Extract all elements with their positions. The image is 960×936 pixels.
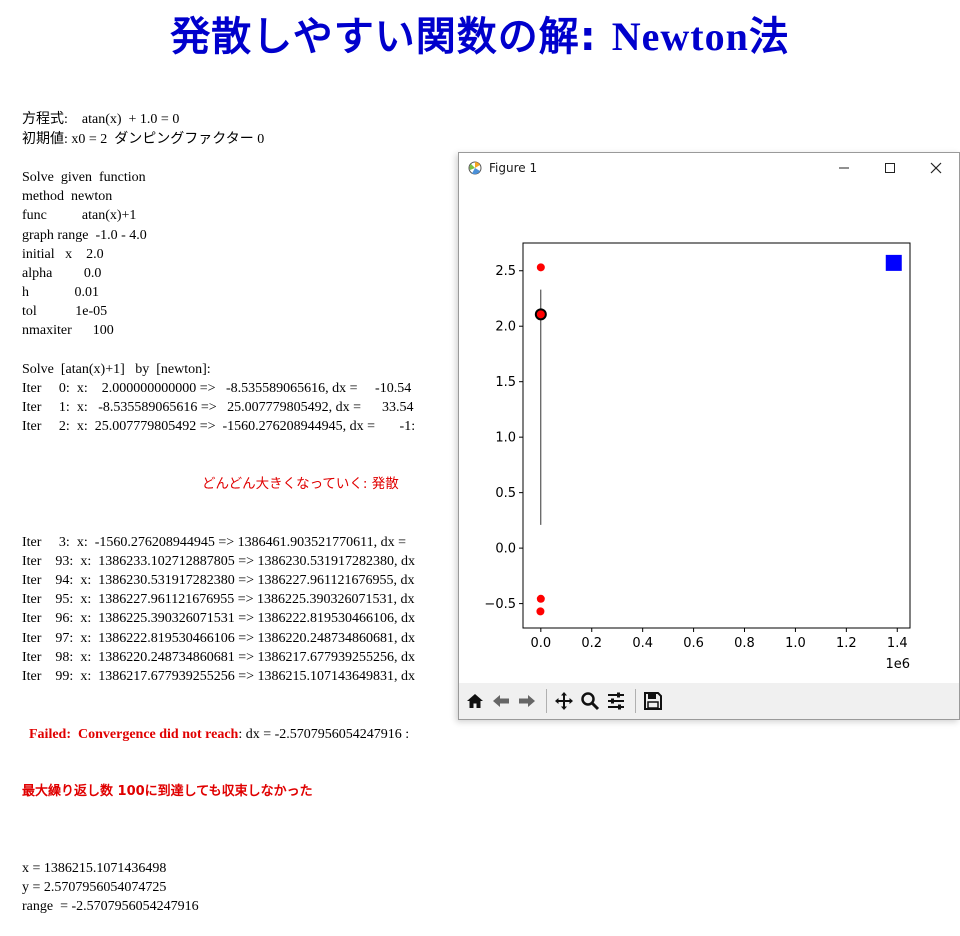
back-button[interactable] (489, 689, 513, 713)
console-line: initial x 2.0 (22, 246, 104, 262)
iteration-point (536, 594, 545, 603)
fail-rest: : dx = -2.5707956054247916 : (238, 726, 410, 742)
fail-label: Failed: Convergence did not reach (22, 726, 239, 742)
console-line: method newton (22, 189, 113, 205)
x-tick-label: 0.4 (632, 636, 653, 651)
iteration-line: Iter 94: x: 1386230.531917282380 => 1386… (22, 572, 415, 588)
x-tick-label: 0.6 (683, 636, 704, 651)
console-line: Iter 2: x: 25.007779805492 => -1560.2762… (22, 419, 416, 435)
maximize-button[interactable] (867, 153, 913, 183)
console-line: 方程式: atan(x) + 1.0 = 0 (22, 112, 180, 128)
console-line: tol 1e-05 (22, 304, 108, 320)
console-line: h 0.01 (22, 285, 99, 301)
y-tick-label: 1.0 (495, 431, 516, 446)
console-line: nmaxiter 100 (22, 323, 114, 339)
iteration-line: Iter 93: x: 1386233.102712887805 => 1386… (22, 553, 415, 569)
pan-button[interactable] (552, 689, 576, 713)
iteration-line: Iter 95: x: 1386227.961121676955 => 1386… (22, 592, 415, 608)
zoom-button[interactable] (578, 689, 602, 713)
slide-title-latin: Newton法 (611, 14, 790, 59)
iteration-line: Iter 99: x: 1386217.677939255256 => 1386… (22, 668, 415, 684)
configure-subplots-button[interactable] (604, 689, 628, 713)
figure-titlebar[interactable]: Figure 1 (459, 153, 959, 183)
figure-window: Figure 1 0.0 0.2 0.4 0.6 0.8 1.0 1.2 1.4 −0.5 0.0… (458, 152, 960, 720)
start-point (534, 308, 547, 321)
y-tick-label: 1.5 (495, 375, 516, 390)
home-icon (467, 694, 483, 708)
x-tick-label: 1.0 (785, 636, 806, 651)
result-line: x = 1386215.1071436498 (22, 860, 167, 876)
console-line: 初期値: x0 = 2 ダンピングファクター 0 (22, 131, 265, 147)
final-point (885, 254, 902, 271)
slide-title-jp: 発散しやすい関数の解: (170, 14, 612, 60)
y-tick-label: 2.0 (495, 320, 516, 335)
pan-icon (555, 692, 573, 710)
back-icon (493, 695, 509, 707)
iteration-line: Iter 97: x: 1386222.819530466106 => 1386… (22, 630, 415, 646)
fail-line: Failed: Convergence did not reach: dx = … (22, 725, 472, 744)
result-line (22, 840, 472, 859)
figure-title: Figure 1 (489, 161, 538, 175)
console-line: Solve given function (22, 169, 146, 185)
console-line: func atan(x)+1 (22, 208, 137, 224)
console-line: Solve [atan(x)+1] by [newton]: (22, 361, 211, 377)
zoom-icon (581, 692, 600, 711)
iteration-line: Iter 3: x: -1560.276208944945 => 1386461… (22, 534, 410, 550)
maximize-icon (885, 163, 895, 173)
close-icon (930, 162, 942, 174)
configure-subplots-icon (608, 692, 624, 710)
forward-button[interactable] (515, 689, 539, 713)
toolbar-separator (635, 689, 636, 713)
minimize-button[interactable] (821, 153, 867, 183)
x-offset-label: 1e6 (885, 657, 910, 672)
console-line: Iter 0: x: 2.000000000000 => -8.53558906… (22, 381, 412, 397)
slide-title: 発散しやすい関数の解: Newton法 (0, 4, 960, 62)
y-tick-label: 0.5 (495, 486, 516, 501)
matplotlib-app-icon (468, 161, 482, 175)
home-button[interactable] (463, 689, 487, 713)
iteration-line: Iter 98: x: 1386220.248734860681 => 1386… (22, 649, 415, 665)
y-tick-label: 0.0 (495, 542, 516, 557)
plot-canvas[interactable]: 0.0 0.2 0.4 0.6 0.8 1.0 1.2 1.4 −0.5 0.0 0.5 1.0 1.5… (459, 183, 959, 683)
figure-toolbar (459, 683, 959, 719)
diverge-note: どんどん大きくなっていく: 発散 (202, 476, 399, 492)
save-icon (644, 692, 662, 710)
x-tick-label: 1.4 (887, 636, 908, 651)
iteration-point (536, 263, 545, 272)
x-tick-label: 1.2 (836, 636, 857, 651)
toolbar-separator (546, 689, 547, 713)
console-output: 方程式: atan(x) + 1.0 = 0 初期値: x0 = 2 ダンピングフ… (22, 72, 472, 936)
y-tick-label: −0.5 (484, 597, 516, 612)
x-tick-label: 0.2 (581, 636, 602, 651)
fail-jp-note: 最大繰り返し数 100に到達しても収束しなかった (22, 784, 313, 800)
x-tick-label: 0.8 (734, 636, 755, 651)
console-line: graph range -1.0 - 4.0 (22, 227, 147, 243)
result-line: range = -2.5707956054247916 (22, 899, 199, 915)
figure-background (459, 183, 959, 683)
console-line: alpha 0.0 (22, 265, 102, 281)
y-tick-label: 2.5 (495, 264, 516, 279)
x-tick-label: 0.0 (530, 636, 551, 651)
save-button[interactable] (641, 689, 665, 713)
forward-icon (519, 695, 535, 707)
iteration-point (536, 607, 545, 616)
result-line: y = 2.5707956054074725 (22, 880, 167, 896)
minimize-icon (839, 167, 849, 169)
console-line: Iter 1: x: -8.535589065616 => 25.0077798… (22, 400, 414, 416)
close-button[interactable] (913, 153, 959, 183)
iteration-line: Iter 96: x: 1386225.390326071531 => 1386… (22, 611, 415, 627)
